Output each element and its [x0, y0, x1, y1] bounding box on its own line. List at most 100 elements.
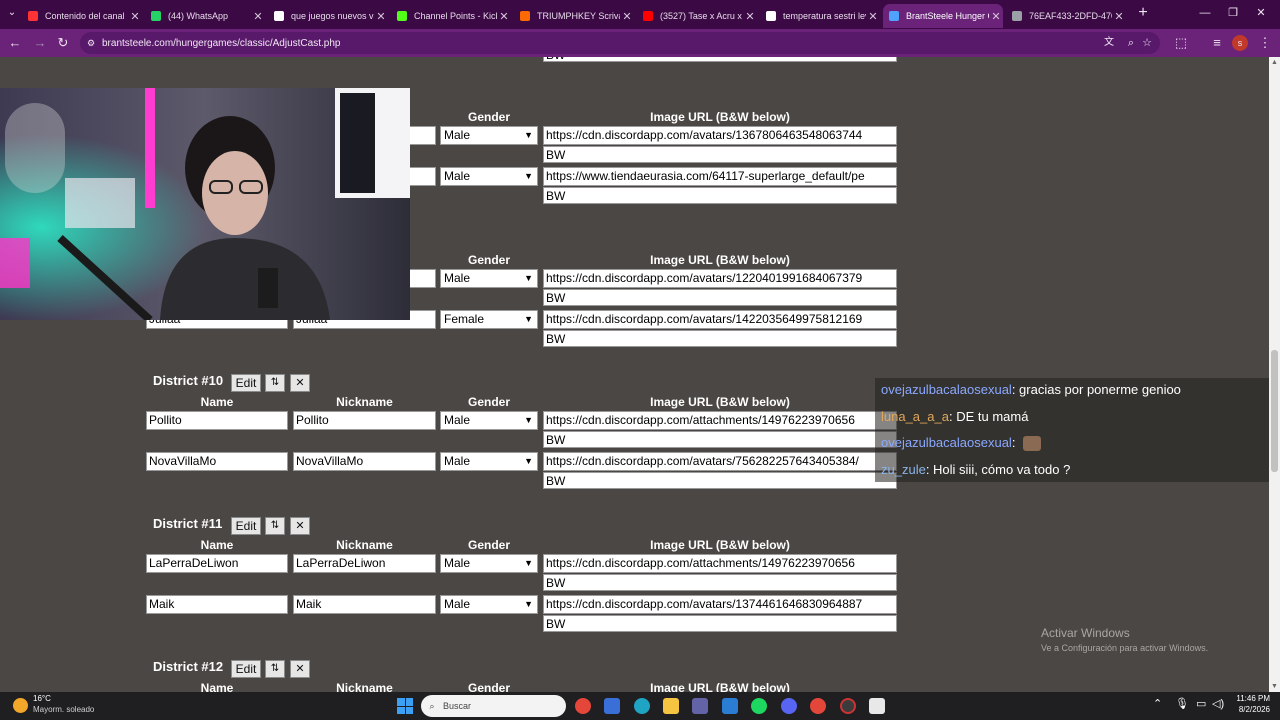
tribute-image-bw-field[interactable]: BW — [543, 615, 897, 632]
store-icon[interactable] — [722, 698, 738, 714]
maximize-button[interactable]: ❐ — [1224, 4, 1242, 22]
chrome-icon[interactable] — [575, 698, 591, 714]
tray-chevron-icon[interactable]: ⌃ — [1153, 697, 1162, 710]
tribute-image-bw-field[interactable]: BW — [543, 574, 897, 591]
tribute-image-url-input[interactable]: https://cdn.discordapp.com/avatars/75628… — [543, 452, 897, 471]
browser-menu-icon[interactable]: ⋮ — [1256, 34, 1274, 52]
remove-district-button[interactable]: ✕ — [290, 517, 310, 535]
tribute-image-bw-field[interactable]: BW — [543, 187, 897, 204]
swap-district-button[interactable]: ⇅ — [265, 660, 285, 678]
tab-close-icon[interactable]: ✕ — [989, 10, 1003, 23]
browser-tab[interactable]: (3527) Tase x Acru x C ✕ — [637, 4, 757, 28]
browser-tab[interactable]: Contenido del canal ✕ — [22, 4, 142, 28]
tribute-image-bw-field[interactable]: BW — [543, 431, 897, 448]
remove-district-button[interactable]: ✕ — [290, 660, 310, 678]
image-bw-field[interactable]: BW — [543, 57, 897, 62]
browser-tab[interactable]: que juegos nuevos va ✕ — [268, 4, 388, 28]
tab-close-icon[interactable]: ✕ — [866, 10, 880, 23]
swap-district-button[interactable]: ⇅ — [265, 517, 285, 535]
tab-close-icon[interactable]: ✕ — [497, 10, 511, 23]
teams-icon[interactable] — [692, 698, 708, 714]
new-tab-button[interactable]: + — [1134, 4, 1152, 22]
tribute-image-url-input[interactable]: https://cdn.discordapp.com/avatars/14220… — [543, 310, 897, 329]
browser-tab[interactable]: Channel Points - Kick ✕ — [391, 4, 511, 28]
tribute-image-url-input[interactable]: https://cdn.discordapp.com/avatars/13744… — [543, 595, 897, 614]
tribute-nickname-input[interactable]: NovaVillaMo — [293, 452, 436, 471]
swap-district-button[interactable]: ⇅ — [265, 374, 285, 392]
taskview-icon[interactable] — [604, 698, 620, 714]
edit-district-button[interactable]: Edit — [231, 517, 261, 535]
tribute-image-bw-field[interactable]: BW — [543, 330, 897, 347]
tribute-gender-select[interactable]: Male ▼ — [440, 554, 538, 573]
taskbar-date[interactable]: 8/2/2026 — [1232, 705, 1270, 714]
tribute-gender-select[interactable]: Male ▼ — [440, 167, 538, 186]
tab-search-icon[interactable]: ⌄ — [3, 4, 21, 22]
tab-close-icon[interactable]: ✕ — [128, 10, 142, 23]
notepad-icon[interactable] — [869, 698, 885, 714]
reading-list-icon[interactable]: ≡ — [1208, 34, 1226, 52]
browser-tab[interactable]: TRIUMPHKEY Scrivan ✕ — [514, 4, 634, 28]
weather-sun-icon[interactable] — [13, 698, 28, 713]
scroll-down-icon[interactable]: ▼ — [1271, 683, 1278, 690]
browser-tab[interactable]: BrantSteele Hunger G ✕ — [883, 4, 1003, 28]
tribute-gender-select[interactable]: Male ▼ — [440, 126, 538, 145]
back-arrow-icon[interactable]: ← — [6, 34, 24, 52]
translate-icon[interactable]: 文 — [1104, 32, 1114, 54]
edit-district-button[interactable]: Edit — [231, 374, 261, 392]
microphone-icon[interactable]: 🎙 — [1175, 697, 1189, 710]
tab-close-icon[interactable]: ✕ — [251, 10, 265, 23]
browser-tab[interactable]: (44) WhatsApp ✕ — [145, 4, 265, 28]
tribute-gender-select[interactable]: Male ▼ — [440, 269, 538, 288]
scrollbar-thumb[interactable] — [1271, 350, 1278, 472]
tribute-image-bw-field[interactable]: BW — [543, 472, 897, 489]
site-info-icon[interactable]: ⚙ — [80, 32, 102, 54]
edit-district-button[interactable]: Edit — [231, 660, 261, 678]
volume-icon[interactable]: ◁) — [1212, 697, 1224, 710]
tribute-gender-select[interactable]: Male ▼ — [440, 595, 538, 614]
tribute-image-bw-field[interactable]: BW — [543, 146, 897, 163]
obs-icon[interactable] — [840, 698, 856, 714]
taskbar-search[interactable]: ⌕ Buscar — [421, 695, 566, 717]
bookmark-star-icon[interactable]: ☆ — [1142, 32, 1152, 54]
forward-arrow-icon[interactable]: → — [31, 34, 49, 52]
minimize-button[interactable]: — — [1196, 4, 1214, 22]
tribute-image-bw-field[interactable]: BW — [543, 289, 897, 306]
address-bar[interactable]: ⚙ brantsteele.com/hungergames/classic/Adj… — [80, 32, 1160, 54]
tribute-image-url-input[interactable]: https://www.tiendaeurasia.com/64117-supe… — [543, 167, 897, 186]
tribute-nickname-input[interactable]: Maik — [293, 595, 436, 614]
windows-start-icon[interactable] — [397, 698, 413, 714]
taskbar-time[interactable]: 11:46 PM — [1232, 694, 1270, 703]
tribute-image-url-input[interactable]: https://cdn.discordapp.com/avatars/12204… — [543, 269, 897, 288]
close-window-button[interactable]: ✕ — [1252, 4, 1270, 22]
spotify-icon[interactable] — [751, 698, 767, 714]
page-scrollbar[interactable]: ▲ ▼ — [1269, 57, 1280, 692]
network-icon[interactable]: ▭ — [1196, 697, 1206, 710]
tribute-gender-select[interactable]: Male ▼ — [440, 452, 538, 471]
tribute-image-url-input[interactable]: https://cdn.discordapp.com/attachments/1… — [543, 554, 897, 573]
browser-tab[interactable]: 76EAF433-2DFD-470 ✕ — [1006, 4, 1126, 28]
extensions-icon[interactable]: ⬚ — [1172, 34, 1190, 52]
scroll-up-icon[interactable]: ▲ — [1271, 59, 1278, 66]
remove-district-button[interactable]: ✕ — [290, 374, 310, 392]
profile-avatar[interactable]: s — [1232, 35, 1248, 51]
tribute-gender-select[interactable]: Female ▼ — [440, 310, 538, 329]
tribute-image-url-input[interactable]: https://cdn.discordapp.com/avatars/13678… — [543, 126, 897, 145]
edge-icon[interactable] — [634, 698, 650, 714]
tab-close-icon[interactable]: ✕ — [1112, 10, 1126, 23]
browser-tab[interactable]: temperatura sestri lev ✕ — [760, 4, 880, 28]
tab-close-icon[interactable]: ✕ — [743, 10, 757, 23]
discord-icon[interactable] — [781, 698, 797, 714]
tribute-image-url-input[interactable]: https://cdn.discordapp.com/attachments/1… — [543, 411, 897, 430]
tribute-nickname-input[interactable]: LaPerraDeLiwon — [293, 554, 436, 573]
tribute-name-input[interactable]: Pollito — [146, 411, 288, 430]
tab-close-icon[interactable]: ✕ — [374, 10, 388, 23]
tribute-name-input[interactable]: LaPerraDeLiwon — [146, 554, 288, 573]
zoom-icon[interactable]: ⌕ — [1128, 32, 1134, 54]
tribute-name-input[interactable]: Maik — [146, 595, 288, 614]
chrome-profile-icon[interactable] — [810, 698, 826, 714]
tribute-nickname-input[interactable]: Pollito — [293, 411, 436, 430]
tab-close-icon[interactable]: ✕ — [620, 10, 634, 23]
reload-icon[interactable]: ↻ — [54, 34, 72, 52]
tribute-name-input[interactable]: NovaVillaMo — [146, 452, 288, 471]
tribute-gender-select[interactable]: Male ▼ — [440, 411, 538, 430]
